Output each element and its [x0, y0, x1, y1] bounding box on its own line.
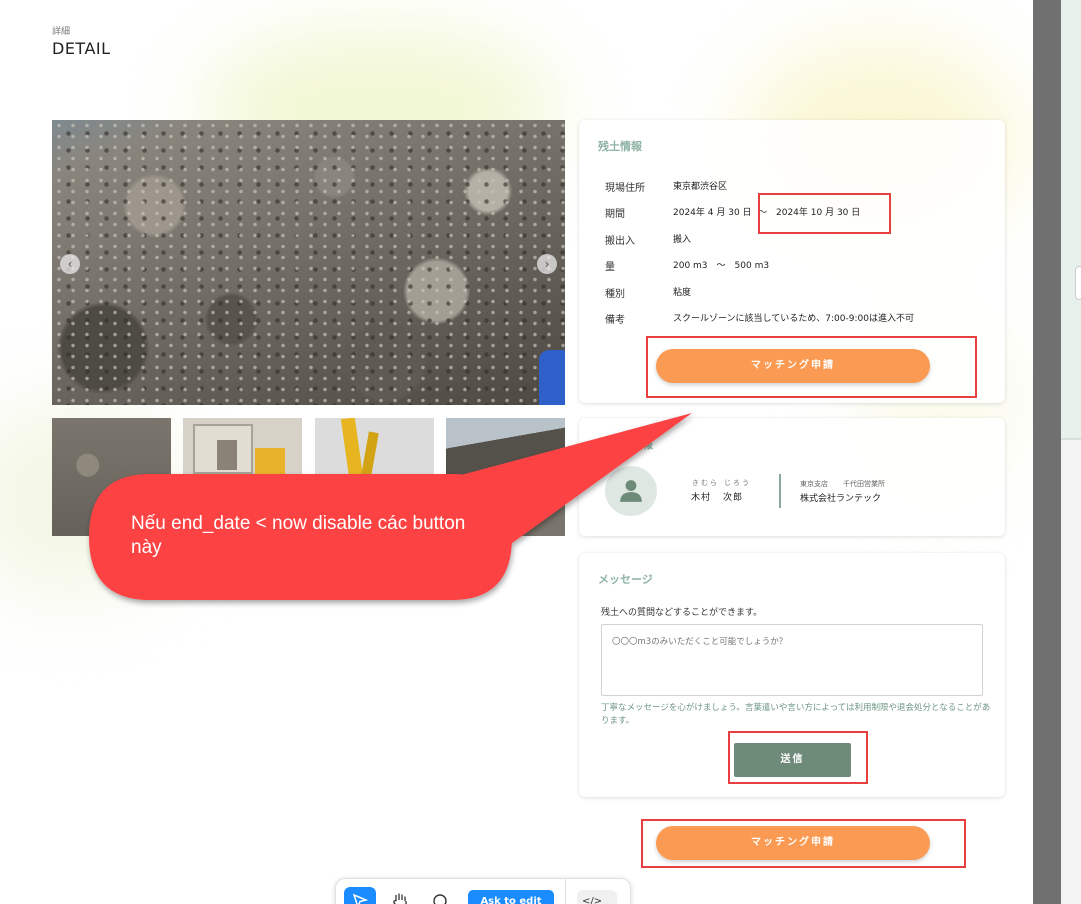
info-value: 粘度 — [673, 288, 692, 298]
message-note: 丁寧なメッセージを心がけましょう。言葉遣いや言い方によっては利用制限や退会処分と… — [601, 703, 991, 726]
info-label: 備考 — [605, 315, 625, 326]
highlight-box — [641, 819, 966, 868]
divider — [779, 474, 781, 508]
info-value: 東京都渋谷区 — [673, 182, 728, 192]
main-photo: ‹ › — [52, 120, 565, 405]
info-label: 期間 — [605, 209, 625, 220]
message-input[interactable] — [601, 624, 983, 696]
info-label: 量 — [605, 262, 615, 273]
info-label: 搬出入 — [605, 236, 635, 247]
furigana-last: きむら — [692, 479, 719, 487]
company-name: 株式会社ランテック — [800, 494, 882, 504]
comment-icon[interactable] — [424, 887, 456, 904]
person-first-name: 次郎 — [723, 493, 744, 503]
side-panel-divider — [1033, 0, 1061, 904]
code-icon[interactable]: </> — [577, 890, 617, 904]
info-value: スクールゾーンに該当しているため、7:00-9:00は進入不可 — [673, 314, 914, 324]
card-title: 出品者情報 — [598, 438, 653, 451]
chevron-right-icon[interactable]: › — [537, 254, 557, 274]
side-panel — [1033, 0, 1081, 904]
info-label: 種別 — [605, 289, 625, 300]
avatar — [605, 466, 657, 516]
side-panel-handle[interactable] — [1075, 266, 1081, 300]
edit-toolbar: Ask to edit </> — [335, 878, 631, 904]
ask-to-edit-button[interactable]: Ask to edit — [468, 890, 554, 904]
annotation-text: Nếu end_date < now disable các button nà… — [131, 513, 466, 558]
pointer-icon[interactable] — [344, 887, 376, 904]
highlight-box — [758, 193, 891, 234]
chevron-left-icon[interactable]: ‹ — [60, 254, 80, 274]
card-title: 残土情報 — [598, 140, 642, 153]
person-icon — [620, 480, 642, 502]
office-name: 千代田営業所 — [843, 480, 885, 488]
period-start: 2024年 4 月 30 日 — [673, 208, 752, 218]
info-value: 搬入 — [673, 235, 692, 245]
house-shape — [193, 424, 253, 474]
blue-bag — [539, 350, 565, 405]
furigana-first: じろう — [724, 479, 751, 487]
highlight-box — [646, 336, 977, 398]
excavator-arm — [340, 418, 364, 479]
soil-texture — [52, 120, 565, 405]
branch-name: 東京支店 — [800, 480, 828, 488]
poster-card: 出品者情報 きむら じろう 木村 次郎 東京支店 千代田営業所 株式会社ランテッ… — [579, 418, 1005, 536]
page-title: DETAIL — [52, 39, 111, 58]
page-subtitle: 詳細 — [52, 27, 71, 37]
person-last-name: 木村 — [691, 493, 712, 503]
card-title: メッセージ — [598, 573, 653, 586]
message-description: 残土への質問などすることができます。 — [601, 608, 763, 618]
highlight-box — [728, 731, 868, 784]
excavator-arm — [361, 431, 379, 477]
info-label: 現場住所 — [605, 183, 645, 194]
toolbar-divider — [565, 879, 566, 904]
excavator-shape — [255, 448, 285, 476]
info-value: 200 m3 〜 500 m3 — [673, 261, 770, 271]
side-panel-preview — [1061, 0, 1081, 440]
door-shape — [217, 440, 237, 470]
hand-icon[interactable] — [384, 887, 416, 904]
